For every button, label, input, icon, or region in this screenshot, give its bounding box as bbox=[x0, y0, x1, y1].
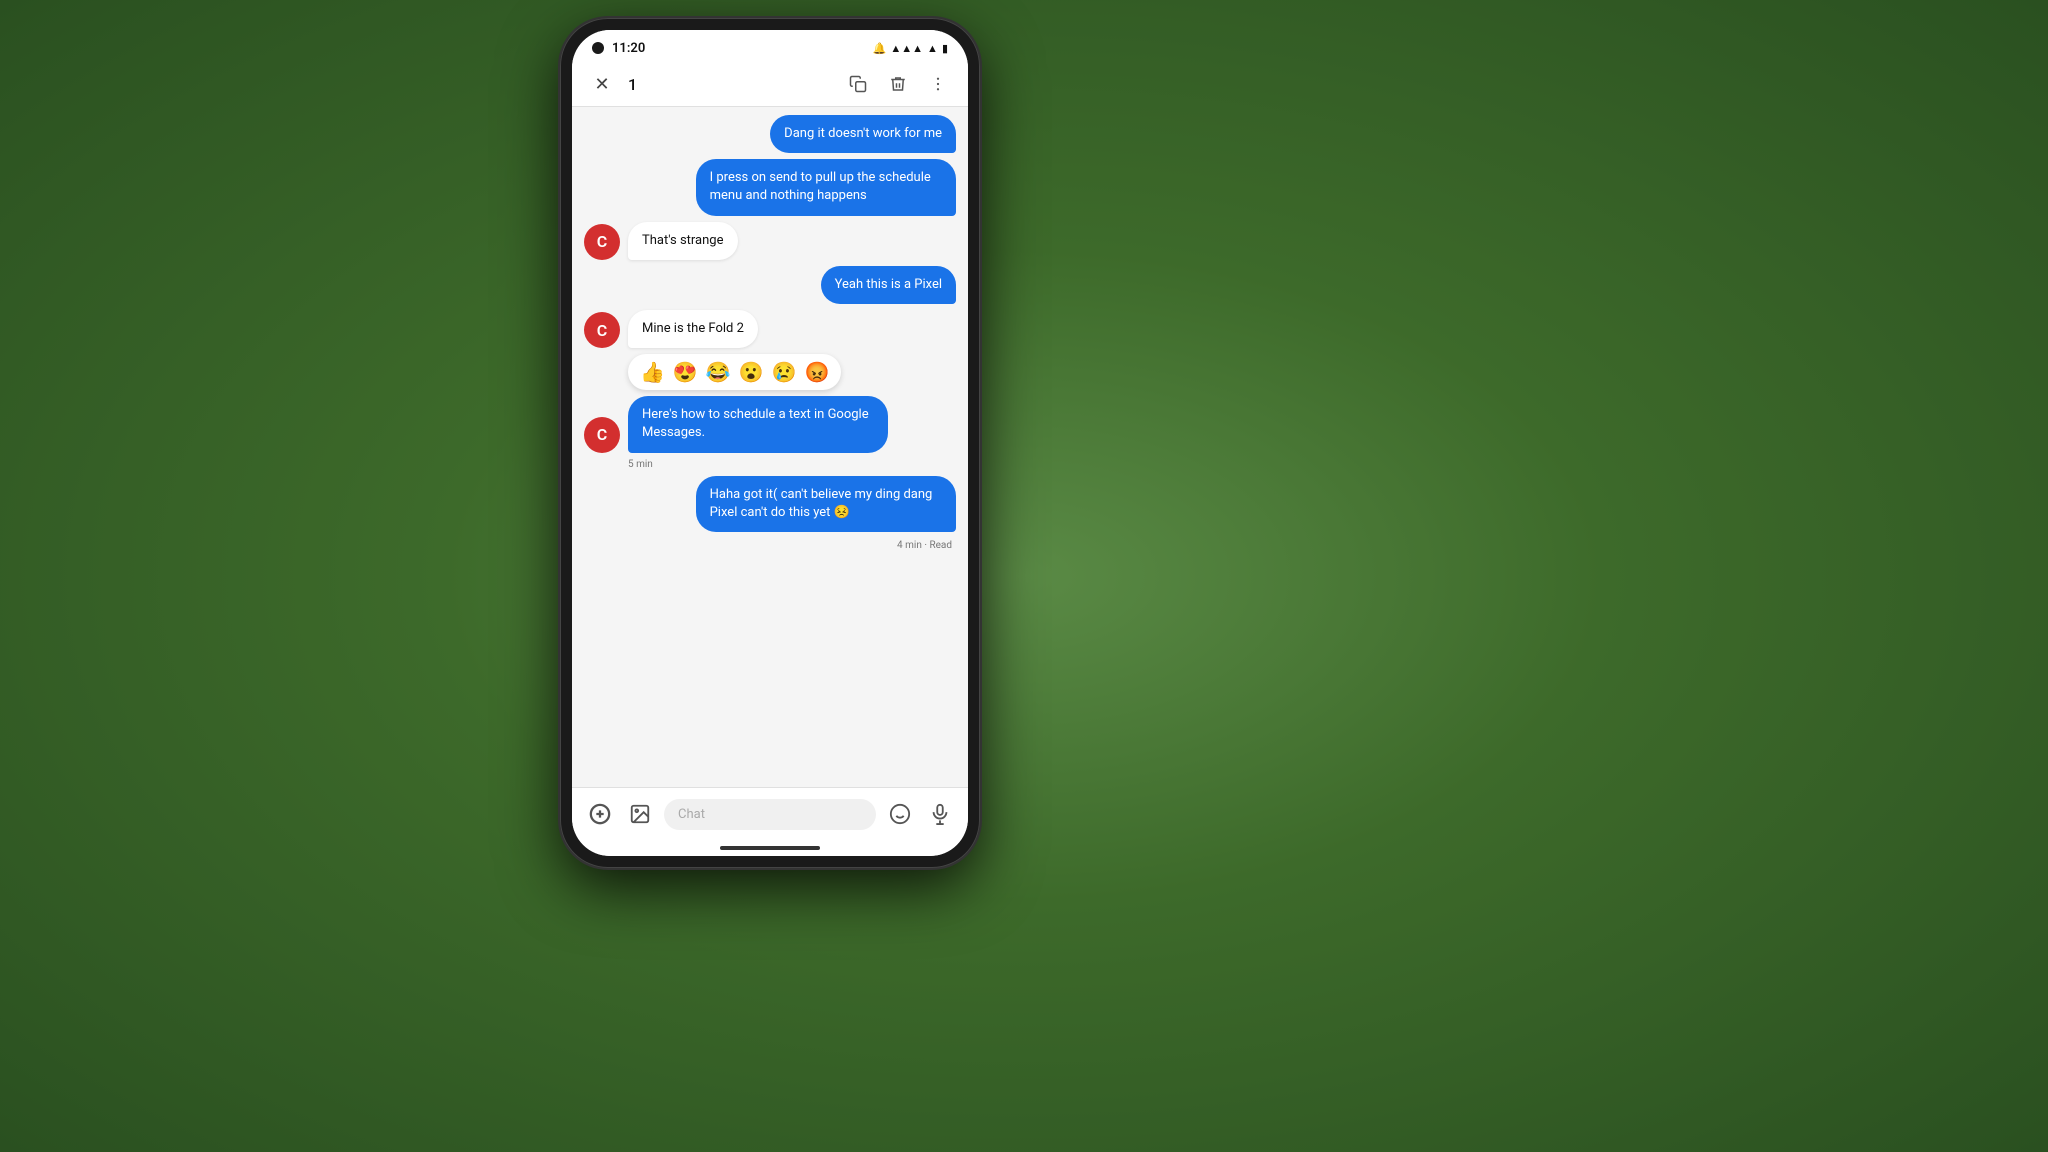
table-row: Yeah this is a Pixel bbox=[584, 266, 956, 304]
camera-hole bbox=[592, 42, 604, 54]
close-button[interactable]: ✕ bbox=[588, 70, 616, 98]
emoji-wow[interactable]: 😮 bbox=[739, 360, 764, 384]
table-row: C That's strange bbox=[584, 222, 956, 260]
add-button[interactable] bbox=[584, 798, 616, 830]
messages-area[interactable]: Dang it doesn't work for me I press on s… bbox=[572, 107, 968, 787]
message-bubble-2[interactable]: I press on send to pull up the schedule … bbox=[696, 159, 956, 215]
emoji-reaction-bar[interactable]: 👍 😍 😂 😮 😢 😡 bbox=[628, 354, 841, 390]
table-row: C Here's how to schedule a text in Googl… bbox=[584, 396, 956, 452]
message-bubble-8[interactable]: Haha got it( can't believe my ding dang … bbox=[696, 476, 956, 532]
status-bar-left: 11:20 bbox=[592, 41, 645, 56]
scene: 11:20 🔔 ▲▲▲ ▲ ▮ ✕ 1 bbox=[0, 0, 2048, 1152]
wifi-icon: ▲ bbox=[927, 42, 938, 55]
avatar: C bbox=[584, 312, 620, 348]
emoji-button[interactable] bbox=[884, 798, 916, 830]
copy-button[interactable] bbox=[844, 70, 872, 98]
chat-input[interactable]: Chat bbox=[664, 799, 876, 830]
message-read-receipt: 4 min · Read bbox=[584, 540, 956, 551]
emoji-thumbsup[interactable]: 👍 bbox=[640, 360, 665, 384]
status-time: 11:20 bbox=[612, 41, 645, 56]
chat-input-placeholder: Chat bbox=[678, 807, 705, 822]
home-indicator bbox=[572, 840, 968, 856]
phone-screen: 11:20 🔔 ▲▲▲ ▲ ▮ ✕ 1 bbox=[572, 30, 968, 856]
table-row: Dang it doesn't work for me bbox=[584, 115, 956, 153]
phone-body: 11:20 🔔 ▲▲▲ ▲ ▮ ✕ 1 bbox=[560, 18, 980, 868]
emoji-laugh[interactable]: 😂 bbox=[706, 360, 731, 384]
more-button[interactable] bbox=[924, 70, 952, 98]
table-row: C Mine is the Fold 2 bbox=[584, 310, 956, 348]
emoji-angry[interactable]: 😡 bbox=[805, 360, 830, 384]
battery-icon: ▮ bbox=[942, 42, 948, 55]
avatar: C bbox=[584, 417, 620, 453]
avatar: C bbox=[584, 224, 620, 260]
action-bar: ✕ 1 bbox=[572, 62, 968, 107]
message-bubble-7[interactable]: Here's how to schedule a text in Google … bbox=[628, 396, 888, 452]
table-row: Haha got it( can't believe my ding dang … bbox=[584, 476, 956, 532]
action-bar-left: ✕ 1 bbox=[588, 70, 637, 98]
signal-icon: ▲▲▲ bbox=[890, 42, 923, 55]
table-row: I press on send to pull up the schedule … bbox=[584, 159, 956, 215]
vibrate-icon: 🔔 bbox=[873, 42, 887, 55]
emoji-sad[interactable]: 😢 bbox=[772, 360, 797, 384]
image-button[interactable] bbox=[624, 798, 656, 830]
emoji-heart-eyes[interactable]: 😍 bbox=[673, 360, 698, 384]
message-bubble-1[interactable]: Dang it doesn't work for me bbox=[770, 115, 956, 153]
home-bar bbox=[720, 846, 820, 850]
message-bubble-3[interactable]: That's strange bbox=[628, 222, 738, 260]
selection-count: 1 bbox=[628, 75, 637, 94]
input-area: Chat bbox=[572, 787, 968, 840]
delete-button[interactable] bbox=[884, 70, 912, 98]
mic-button[interactable] bbox=[924, 798, 956, 830]
status-bar: 11:20 🔔 ▲▲▲ ▲ ▮ bbox=[572, 30, 968, 62]
message-time-label: 5 min bbox=[628, 459, 956, 470]
status-icons: 🔔 ▲▲▲ ▲ ▮ bbox=[873, 42, 948, 55]
action-bar-right bbox=[844, 70, 952, 98]
message-bubble-5[interactable]: Mine is the Fold 2 bbox=[628, 310, 758, 348]
background bbox=[0, 0, 2048, 1152]
message-bubble-4[interactable]: Yeah this is a Pixel bbox=[821, 266, 956, 304]
